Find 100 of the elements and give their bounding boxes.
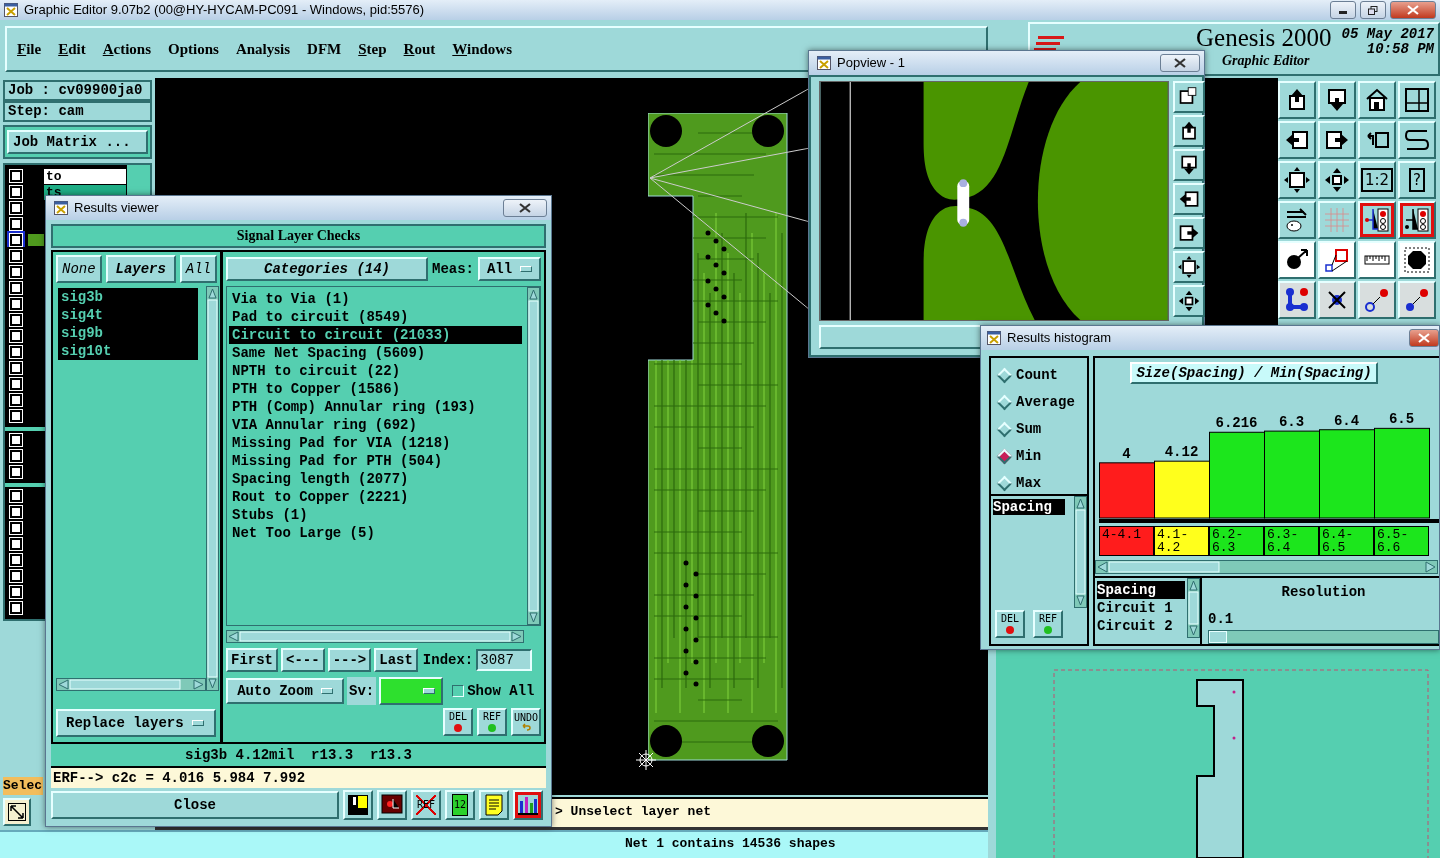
layer-filter-button[interactable]: Layers: [105, 255, 176, 283]
job-matrix-button[interactable]: Job Matrix ...: [7, 130, 148, 154]
minimize-button[interactable]: [1330, 1, 1356, 19]
tool-button[interactable]: [513, 790, 543, 820]
tool-button[interactable]: [343, 790, 373, 820]
menu-item[interactable]: Step: [358, 37, 387, 61]
toolbar-button[interactable]: ?: [1398, 161, 1436, 199]
toolbar-button[interactable]: [1278, 241, 1316, 279]
close-button[interactable]: Close: [51, 791, 339, 819]
menu-item[interactable]: File: [17, 37, 42, 61]
category-list-item[interactable]: Missing Pad for VIA (1218): [229, 434, 522, 452]
replace-layers-dropdown[interactable]: Replace layers: [56, 709, 216, 737]
action-button[interactable]: DEL: [995, 610, 1025, 638]
job-label: Job : cv09900ja0: [3, 80, 152, 101]
nav-button[interactable]: --->: [327, 648, 372, 672]
maximize-button[interactable]: [1360, 1, 1386, 19]
category-list-item[interactable]: Stubs (1): [229, 506, 522, 524]
popview-tool-button[interactable]: [1173, 285, 1205, 317]
list-item[interactable]: Spacing: [993, 499, 1065, 515]
close-button[interactable]: [1390, 1, 1436, 19]
toolbar-button[interactable]: [1358, 81, 1396, 119]
show-all-checkbox[interactable]: Show All: [452, 680, 535, 702]
category-list-item[interactable]: Missing Pad for PTH (504): [229, 452, 522, 470]
action-button[interactable]: REF: [1033, 610, 1063, 638]
popview-tool-button[interactable]: [1173, 251, 1205, 283]
close-button[interactable]: [1160, 54, 1200, 72]
nav-button[interactable]: Last: [374, 648, 418, 672]
toolbar-button[interactable]: [1358, 201, 1396, 239]
radio-option[interactable]: Count: [993, 362, 1085, 389]
toolbar-button[interactable]: [1278, 81, 1316, 119]
layer-list-item[interactable]: sig4t: [58, 306, 198, 324]
category-list-item[interactable]: PTH to Copper (1586): [229, 380, 522, 398]
menu-item[interactable]: Options: [168, 37, 219, 61]
tool-button[interactable]: 12: [445, 790, 475, 820]
nav-button[interactable]: <---: [281, 648, 325, 672]
nav-button[interactable]: First: [226, 648, 278, 672]
radio-option[interactable]: Max: [993, 470, 1085, 497]
toolbar-button[interactable]: [1398, 201, 1436, 239]
popview-tool-button[interactable]: [1173, 149, 1205, 181]
popview-tool-button[interactable]: [1173, 217, 1205, 249]
category-list-item[interactable]: PTH (Comp) Annular ring (193): [229, 398, 522, 416]
toolbar-button[interactable]: [1278, 281, 1316, 319]
toolbar-button[interactable]: [1398, 281, 1436, 319]
category-list-item[interactable]: VIA Annular ring (692): [229, 416, 522, 434]
toolbar-button[interactable]: 1:2: [1358, 161, 1396, 199]
layer-list-item[interactable]: sig9b: [58, 324, 198, 342]
toolbar-button[interactable]: [1398, 81, 1436, 119]
auto-zoom-dropdown[interactable]: Auto Zoom: [226, 678, 344, 704]
toolbar-button[interactable]: [1318, 81, 1356, 119]
menu-item[interactable]: Analysis: [235, 37, 291, 61]
tool-button[interactable]: [377, 790, 407, 820]
menu-item[interactable]: Edit: [58, 37, 86, 61]
category-list-item[interactable]: Circuit to circuit (21033): [229, 326, 522, 344]
toolbar-button[interactable]: [1398, 241, 1436, 279]
toolbar-button[interactable]: [1318, 281, 1356, 319]
slider-thumb[interactable]: [1209, 631, 1228, 643]
layer-name[interactable]: to: [44, 168, 126, 184]
layer-filter-button[interactable]: All: [179, 255, 217, 283]
meas-dropdown[interactable]: All: [478, 257, 541, 281]
toolbar-button[interactable]: [1278, 201, 1316, 239]
menu-item[interactable]: Actions: [102, 37, 152, 61]
popview-tool-button[interactable]: [1173, 81, 1205, 113]
field-list-item[interactable]: Circuit 1: [1097, 599, 1185, 617]
menu-item[interactable]: Windows: [452, 37, 513, 61]
category-list-item[interactable]: Rout to Copper (2221): [229, 488, 522, 506]
toolbar-button[interactable]: [1358, 281, 1396, 319]
action-button[interactable]: REF: [477, 708, 507, 736]
field-list-item[interactable]: Circuit 2: [1097, 617, 1185, 635]
toolbar-button[interactable]: [1318, 121, 1356, 159]
category-list-item[interactable]: Same Net Spacing (5609): [229, 344, 522, 362]
toolbar-button[interactable]: [1278, 121, 1316, 159]
toolbar-button[interactable]: [1398, 121, 1436, 159]
layer-filter-button[interactable]: None: [56, 255, 102, 283]
action-button[interactable]: DEL: [443, 708, 473, 736]
category-list-item[interactable]: Via to Via (1): [229, 290, 522, 308]
close-button[interactable]: [503, 199, 547, 217]
category-list-item[interactable]: Spacing length (2077): [229, 470, 522, 488]
field-list-item[interactable]: Spacing: [1097, 581, 1185, 599]
close-button[interactable]: [1409, 329, 1439, 347]
radio-option[interactable]: Sum: [993, 416, 1085, 443]
toolbar-button[interactable]: [1278, 161, 1316, 199]
category-list-item[interactable]: Pad to circuit (8549): [229, 308, 522, 326]
toolbar-button[interactable]: [1318, 161, 1356, 199]
index-field[interactable]: 3087: [476, 649, 533, 671]
category-list-item[interactable]: NPTH to circuit (22): [229, 362, 522, 380]
radio-option[interactable]: Average: [993, 389, 1085, 416]
category-list-item[interactable]: Net Too Large (5): [229, 524, 522, 542]
toolbar-button[interactable]: [1358, 121, 1396, 159]
popview-tool-button[interactable]: [1173, 183, 1205, 215]
layer-list-item[interactable]: sig3b: [58, 288, 198, 306]
radio-option[interactable]: Min: [993, 443, 1085, 470]
popview-tool-button[interactable]: [1173, 115, 1205, 147]
menu-item[interactable]: Rout: [403, 37, 436, 61]
categories-button[interactable]: Categories (14): [226, 257, 428, 281]
resize-button[interactable]: [3, 798, 31, 826]
resolution-slider[interactable]: [1208, 630, 1439, 644]
sv-dropdown[interactable]: [379, 677, 444, 705]
action-button[interactable]: UNDO: [511, 708, 541, 736]
menu-item[interactable]: DFM: [307, 37, 342, 61]
layer-list-item[interactable]: sig10t: [58, 342, 198, 360]
